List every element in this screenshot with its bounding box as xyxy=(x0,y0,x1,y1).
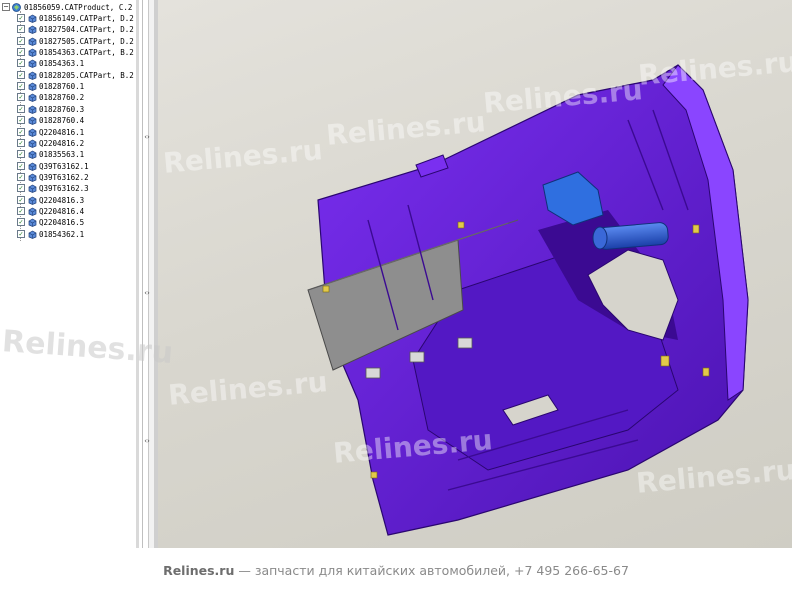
tree-item[interactable]: ✓ 01854363.CATPart, B.2 xyxy=(0,47,136,58)
tree-item-label: Q2204816.2 xyxy=(39,138,85,148)
checkbox-checked-icon[interactable]: ✓ xyxy=(17,70,25,79)
tree-item[interactable]: ✓ 01835563.1 xyxy=(0,149,136,160)
tree-item-label: 01854363.CATPart, B.2 xyxy=(39,48,134,58)
tree-item[interactable]: ✓ Q39T63162.3 xyxy=(0,183,136,194)
tree-item-label: Q2204816.4 xyxy=(39,206,85,216)
product-icon xyxy=(12,3,21,12)
tree-item-label: 01828205.CATPart, B.2 xyxy=(39,70,134,80)
tree-item[interactable]: ✓ 01828760.1 xyxy=(0,81,136,92)
tree-item-label: 01828760.3 xyxy=(39,104,85,114)
tree-item-label: Q2204816.3 xyxy=(39,195,85,205)
checkbox-checked-icon[interactable]: ✓ xyxy=(17,59,25,68)
tree-item[interactable]: ✓ Q2204816.5 xyxy=(0,217,136,228)
part-icon xyxy=(28,150,37,160)
checkbox-checked-icon[interactable]: ✓ xyxy=(17,14,25,22)
3d-viewport[interactable]: Relines.ru Relines.ru Relines.ru Relines… xyxy=(158,0,792,548)
tree-root-node[interactable]: − 01856059.CATProduct, C.2 xyxy=(0,2,136,13)
checkbox-checked-icon[interactable]: ✓ xyxy=(17,172,25,181)
panel-splitter[interactable] xyxy=(136,0,158,548)
tree-item[interactable]: ✓ 01827504.CATPart, D.2 xyxy=(0,24,136,35)
tree-item-label: 01828760.1 xyxy=(39,82,85,92)
tree-item[interactable]: ✓ 01854362.1 xyxy=(0,229,136,240)
tree-item-label: 01827504.CATPart, D.2 xyxy=(39,25,134,35)
tree-item[interactable]: ✓ Q2204816.1 xyxy=(0,127,136,138)
checkbox-checked-icon[interactable]: ✓ xyxy=(17,218,25,227)
footer-text: — запчасти для китайских автомобилей, +7… xyxy=(234,563,629,578)
tree-item-label: 01828760.4 xyxy=(39,116,85,126)
collapse-icon[interactable]: − xyxy=(2,3,10,11)
part-icon xyxy=(28,48,37,57)
part-icon xyxy=(28,71,37,80)
checkbox-checked-icon[interactable]: ✓ xyxy=(17,184,25,193)
tree-item-label: Q39T63162.1 xyxy=(39,161,89,171)
part-icon xyxy=(28,173,37,182)
tree-item[interactable]: ✓ Q2204816.2 xyxy=(0,138,136,149)
tree-item-label: Q2204816.1 xyxy=(39,127,85,137)
tree-item[interactable]: ✓ Q2204816.4 xyxy=(0,206,136,217)
part-icon xyxy=(28,128,37,137)
tree-item[interactable]: ✓ 01856149.CATPart, D.2 xyxy=(0,13,136,24)
tree-root-label: 01856059.CATProduct, C.2 xyxy=(24,3,133,12)
tree-item[interactable]: ✓ Q39T63162.1 xyxy=(0,161,136,172)
checkbox-checked-icon[interactable]: ✓ xyxy=(17,116,25,125)
tree-item-label: 01828760.2 xyxy=(39,93,85,103)
part-icon xyxy=(28,196,37,205)
3d-model-render xyxy=(307,64,749,536)
part-icon xyxy=(28,14,37,23)
tree-item[interactable]: ✓ Q39T63162.2 xyxy=(0,172,136,183)
checkbox-checked-icon[interactable]: ✓ xyxy=(17,127,25,136)
checkbox-checked-icon[interactable]: ✓ xyxy=(17,138,25,147)
splitter-handle-bottom[interactable]: ‹› xyxy=(144,438,150,452)
page-footer: Relines.ru — запчасти для китайских авто… xyxy=(0,548,792,613)
tree-item[interactable]: ✓ 01828760.3 xyxy=(0,104,136,115)
part-icon xyxy=(28,207,37,216)
tree-item[interactable]: ✓ 01854363.1 xyxy=(0,58,136,69)
tree-item-label: 01856149.CATPart, D.2 xyxy=(39,14,134,23)
checkbox-checked-icon[interactable]: ✓ xyxy=(17,36,25,45)
checkbox-checked-icon[interactable]: ✓ xyxy=(17,48,25,57)
checkbox-checked-icon[interactable]: ✓ xyxy=(17,104,25,113)
checkbox-checked-icon[interactable]: ✓ xyxy=(17,161,25,170)
part-icon xyxy=(28,105,37,114)
checkbox-checked-icon[interactable]: ✓ xyxy=(17,93,25,102)
checkbox-checked-icon[interactable]: ✓ xyxy=(17,82,25,91)
checkbox-checked-icon[interactable]: ✓ xyxy=(17,206,25,215)
part-icon xyxy=(28,37,37,46)
footer-brand[interactable]: Relines.ru xyxy=(163,563,234,578)
checkbox-checked-icon[interactable]: ✓ xyxy=(17,229,25,238)
part-icon xyxy=(28,59,37,69)
checkbox-checked-icon[interactable]: ✓ xyxy=(17,150,25,159)
tree-item[interactable]: ✓ 01828760.2 xyxy=(0,92,136,103)
part-icon xyxy=(28,116,37,126)
tree-item-label: 01835563.1 xyxy=(39,150,85,160)
splitter-handle-top[interactable]: ‹› xyxy=(144,134,150,148)
part-icon xyxy=(28,218,37,228)
part-icon xyxy=(28,162,37,171)
tree-item-label: 01854363.1 xyxy=(39,59,85,69)
tree-item-label: 01827505.CATPart, D.2 xyxy=(39,36,134,46)
footer-line: Relines.ru — запчасти для китайских авто… xyxy=(0,563,792,578)
tree-item[interactable]: ✓ 01828205.CATPart, B.2 xyxy=(0,70,136,81)
tree-item[interactable]: ✓ 01828760.4 xyxy=(0,115,136,126)
part-icon xyxy=(28,184,37,194)
splitter-handle-middle[interactable]: ‹› xyxy=(144,290,150,304)
part-icon xyxy=(28,94,37,103)
tree-item-label: Q2204816.5 xyxy=(39,218,85,228)
tree-item-label: 01854362.1 xyxy=(39,229,85,239)
checkbox-checked-icon[interactable]: ✓ xyxy=(17,195,25,204)
part-icon xyxy=(28,230,37,239)
part-icon xyxy=(28,82,37,91)
tree-item[interactable]: ✓ 01827505.CATPart, D.2 xyxy=(0,36,136,47)
specification-tree: − 01856059.CATProduct, C.2 ✓ 01856149.CAT… xyxy=(0,0,136,548)
checkbox-checked-icon[interactable]: ✓ xyxy=(17,25,25,34)
part-icon xyxy=(28,25,37,35)
tree-item-label: Q39T63162.3 xyxy=(39,184,89,194)
part-icon xyxy=(28,139,37,148)
tree-item-label: Q39T63162.2 xyxy=(39,172,89,182)
tree-item[interactable]: ✓ Q2204816.3 xyxy=(0,195,136,206)
